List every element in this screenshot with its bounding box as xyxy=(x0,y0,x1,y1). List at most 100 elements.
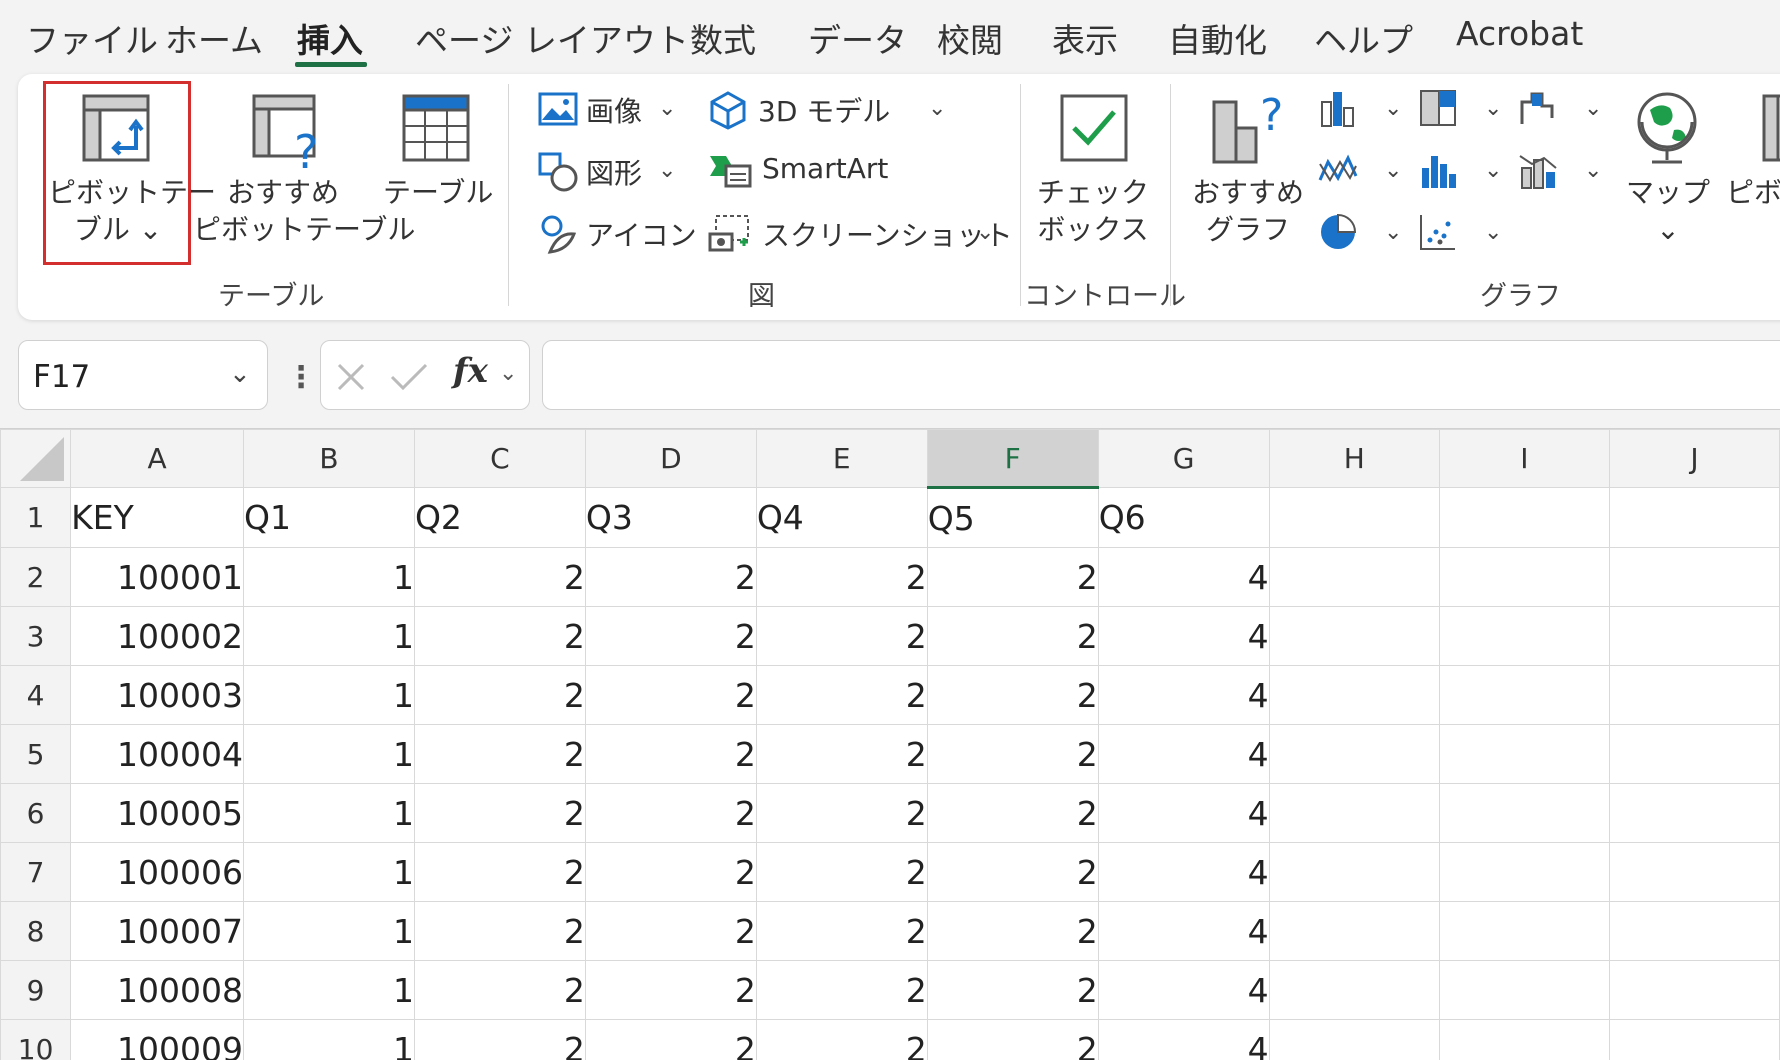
cell-c8[interactable]: 2 xyxy=(413,901,586,961)
tab-help[interactable]: ヘルプ xyxy=(1314,14,1413,62)
cell-c5[interactable]: 2 xyxy=(413,724,586,784)
cell-j8[interactable] xyxy=(1608,901,1780,961)
cell-d3[interactable]: 2 xyxy=(584,606,757,666)
cell-g9[interactable]: 4 xyxy=(1097,960,1270,1020)
cell-c10[interactable]: 2 xyxy=(413,1019,586,1060)
cell-e8[interactable]: 2 xyxy=(755,901,928,961)
column-header-f[interactable]: F xyxy=(926,429,1099,489)
tab-formulas[interactable]: 数式 xyxy=(690,14,756,62)
image-button[interactable]: 画像 xyxy=(586,90,642,130)
formula-input[interactable] xyxy=(542,340,1780,410)
shapes-button[interactable]: 図形 xyxy=(586,152,642,192)
cell-d6[interactable]: 2 xyxy=(584,783,757,843)
cell-f7[interactable]: 2 xyxy=(926,842,1099,902)
row-header[interactable]: 2 xyxy=(0,547,72,607)
cell-c7[interactable]: 2 xyxy=(413,842,586,902)
formula-bar-grip-icon[interactable]: ⋮ xyxy=(286,360,316,395)
cell-c1[interactable]: Q2 xyxy=(413,487,586,548)
pivot-chart-button[interactable]: ピボッ xyxy=(1726,174,1780,211)
cell-h10[interactable] xyxy=(1268,1019,1440,1060)
cell-g5[interactable]: 4 xyxy=(1097,724,1270,784)
cell-i5[interactable] xyxy=(1438,724,1610,784)
cell-a6[interactable]: 100005 xyxy=(70,783,244,843)
cell-h5[interactable] xyxy=(1268,724,1440,784)
hierarchy-chart-icon[interactable] xyxy=(1418,88,1458,128)
cell-j4[interactable] xyxy=(1608,665,1780,725)
cell-e9[interactable]: 2 xyxy=(755,960,928,1020)
cell-f6[interactable]: 2 xyxy=(926,783,1099,843)
column-header-g[interactable]: G xyxy=(1097,429,1270,488)
recommended-charts-button[interactable]: おすすめ グラフ xyxy=(1178,174,1318,248)
cell-g8[interactable]: 4 xyxy=(1097,901,1270,961)
scatter-chart-icon[interactable] xyxy=(1418,212,1458,252)
cell-a8[interactable]: 100007 xyxy=(70,901,244,961)
tab-view[interactable]: 表示 xyxy=(1052,14,1118,62)
cell-h9[interactable] xyxy=(1268,960,1440,1020)
cell-g4[interactable]: 4 xyxy=(1097,665,1270,725)
recommended-pivot-table-button[interactable]: おすすめ ピボットテーブル xyxy=(193,174,415,248)
cell-g2[interactable]: 4 xyxy=(1097,547,1270,607)
row-header[interactable]: 1 xyxy=(0,487,72,548)
cell-d1[interactable]: Q3 xyxy=(584,487,757,548)
cell-j2[interactable] xyxy=(1608,547,1780,607)
cell-i10[interactable] xyxy=(1438,1019,1610,1060)
pie-chart-icon[interactable] xyxy=(1318,212,1358,252)
cell-g1[interactable]: Q6 xyxy=(1097,487,1270,548)
tab-insert[interactable]: 挿入 xyxy=(297,14,363,62)
cell-e7[interactable]: 2 xyxy=(755,842,928,902)
cell-j9[interactable] xyxy=(1608,960,1780,1020)
statistic-chart-icon[interactable] xyxy=(1418,150,1458,190)
smartart-button[interactable]: SmartArt xyxy=(762,152,888,185)
row-header[interactable]: 6 xyxy=(0,783,72,843)
cell-a2[interactable]: 100001 xyxy=(70,547,244,607)
waterfall-chart-icon[interactable] xyxy=(1518,88,1558,128)
enter-check-icon[interactable] xyxy=(389,361,429,393)
table-icon[interactable] xyxy=(400,92,472,164)
tab-file[interactable]: ファイル xyxy=(26,14,158,62)
cell-f9[interactable]: 2 xyxy=(926,960,1099,1020)
tab-page-layout[interactable]: ページ レイアウト xyxy=(415,14,689,62)
cell-g6[interactable]: 4 xyxy=(1097,783,1270,843)
pivot-table-icon[interactable] xyxy=(80,92,152,164)
cell-i1[interactable] xyxy=(1438,487,1610,548)
icons-button[interactable]: アイコン xyxy=(586,214,697,254)
cell-c2[interactable]: 2 xyxy=(413,547,586,607)
cell-i9[interactable] xyxy=(1438,960,1610,1020)
column-header-j[interactable]: J xyxy=(1608,429,1780,488)
cell-b9[interactable]: 1 xyxy=(243,960,415,1020)
row-header[interactable]: 4 xyxy=(0,665,72,725)
hierarchy-chart-dropdown-chevron-icon[interactable]: ⌄ xyxy=(1484,96,1502,121)
cell-a4[interactable]: 100003 xyxy=(70,665,244,725)
table-button[interactable]: テーブル xyxy=(383,174,493,211)
cell-e3[interactable]: 2 xyxy=(755,606,928,666)
cell-d10[interactable]: 2 xyxy=(584,1019,757,1060)
cell-j3[interactable] xyxy=(1608,606,1780,666)
tab-home[interactable]: ホーム xyxy=(165,14,263,62)
cell-i4[interactable] xyxy=(1438,665,1610,725)
line-chart-dropdown-chevron-icon[interactable]: ⌄ xyxy=(1384,158,1402,183)
cell-f1[interactable]: Q5 xyxy=(926,487,1099,548)
row-header[interactable]: 10 xyxy=(0,1019,72,1060)
row-header[interactable]: 9 xyxy=(0,960,72,1020)
tab-acrobat[interactable]: Acrobat xyxy=(1456,14,1583,53)
checkbox-icon[interactable] xyxy=(1058,92,1130,164)
cell-a1[interactable]: KEY xyxy=(70,487,244,548)
cell-b2[interactable]: 1 xyxy=(243,547,415,607)
column-header-h[interactable]: H xyxy=(1268,429,1440,488)
cell-d8[interactable]: 2 xyxy=(584,901,757,961)
cell-b1[interactable]: Q1 xyxy=(243,487,415,548)
cell-d4[interactable]: 2 xyxy=(584,665,757,725)
cell-d5[interactable]: 2 xyxy=(584,724,757,784)
column-header-i[interactable]: I xyxy=(1438,429,1610,488)
cell-j7[interactable] xyxy=(1608,842,1780,902)
cell-a3[interactable]: 100002 xyxy=(70,606,244,666)
cell-g7[interactable]: 4 xyxy=(1097,842,1270,902)
waterfall-chart-dropdown-chevron-icon[interactable]: ⌄ xyxy=(1584,96,1602,121)
cell-i7[interactable] xyxy=(1438,842,1610,902)
cell-g3[interactable]: 4 xyxy=(1097,606,1270,666)
cell-e10[interactable]: 2 xyxy=(755,1019,928,1060)
pivot-table-button[interactable]: ピボットテー ブル ⌄ xyxy=(48,174,216,248)
row-header[interactable]: 5 xyxy=(0,724,72,784)
cell-j1[interactable] xyxy=(1608,487,1780,548)
recommended-pivot-table-icon[interactable]: ? xyxy=(250,92,322,170)
